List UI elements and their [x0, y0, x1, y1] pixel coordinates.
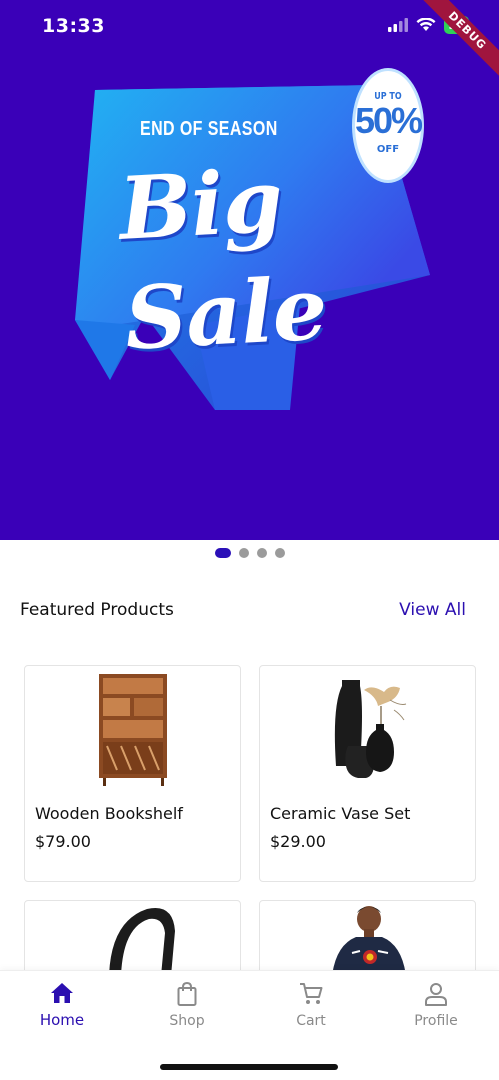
- cart-icon: [300, 983, 323, 1004]
- product-card[interactable]: Ceramic Vase Set $29.00: [259, 665, 476, 882]
- product-image-bookshelf: [25, 666, 240, 794]
- promo-banner[interactable]: END OF SEASON Big Sale UP TO 50% OFF 13:…: [0, 0, 499, 540]
- product-name: Ceramic Vase Set: [270, 804, 411, 823]
- shopping-bag-icon: [177, 981, 197, 1006]
- featured-header: Featured Products View All: [20, 600, 466, 620]
- tab-shop[interactable]: Shop: [142, 981, 232, 1029]
- banner-headline: Big Sale: [116, 150, 329, 370]
- product-card[interactable]: [24, 900, 241, 975]
- badge-off: OFF: [376, 144, 400, 155]
- home-indicator[interactable]: [160, 1064, 338, 1070]
- carousel-dot[interactable]: [274, 548, 285, 558]
- tab-label: Home: [39, 1011, 85, 1029]
- tab-label: Shop: [169, 1013, 205, 1029]
- product-card[interactable]: [259, 900, 476, 975]
- carousel-dot[interactable]: [238, 548, 249, 558]
- home-icon: [51, 983, 73, 1003]
- signal-icon: [388, 18, 409, 32]
- tab-label: Cart: [296, 1013, 326, 1029]
- product-image-headphones: [25, 901, 240, 974]
- carousel-dot[interactable]: [214, 548, 231, 558]
- product-image-vase-set: [260, 666, 475, 794]
- product-card[interactable]: Wooden Bookshelf $79.00: [24, 665, 241, 882]
- profile-icon: [425, 983, 447, 1006]
- wifi-icon: [416, 18, 436, 31]
- tab-cart[interactable]: Cart: [266, 981, 356, 1029]
- badge-up-to: UP TO: [374, 91, 402, 102]
- discount-badge: UP TO 50% OFF: [352, 68, 424, 183]
- product-name: Wooden Bookshelf: [35, 804, 183, 823]
- status-bar: 13:33 94 DEBUG: [0, 0, 499, 87]
- badge-percent: 50%: [355, 100, 423, 141]
- featured-title: Featured Products: [20, 600, 174, 620]
- banner-subtitle: END OF SEASON: [140, 118, 278, 140]
- product-price: $79.00: [35, 832, 91, 851]
- status-time: 13:33: [42, 15, 105, 37]
- carousel-dot[interactable]: [256, 548, 267, 558]
- product-image-hoodie: [260, 901, 475, 974]
- tab-label: Profile: [414, 1013, 458, 1029]
- tab-profile[interactable]: Profile: [391, 981, 481, 1029]
- carousel-indicator[interactable]: [0, 548, 499, 558]
- tab-home[interactable]: Home: [17, 981, 107, 1029]
- product-price: $29.00: [270, 832, 326, 851]
- view-all-link[interactable]: View All: [399, 600, 466, 620]
